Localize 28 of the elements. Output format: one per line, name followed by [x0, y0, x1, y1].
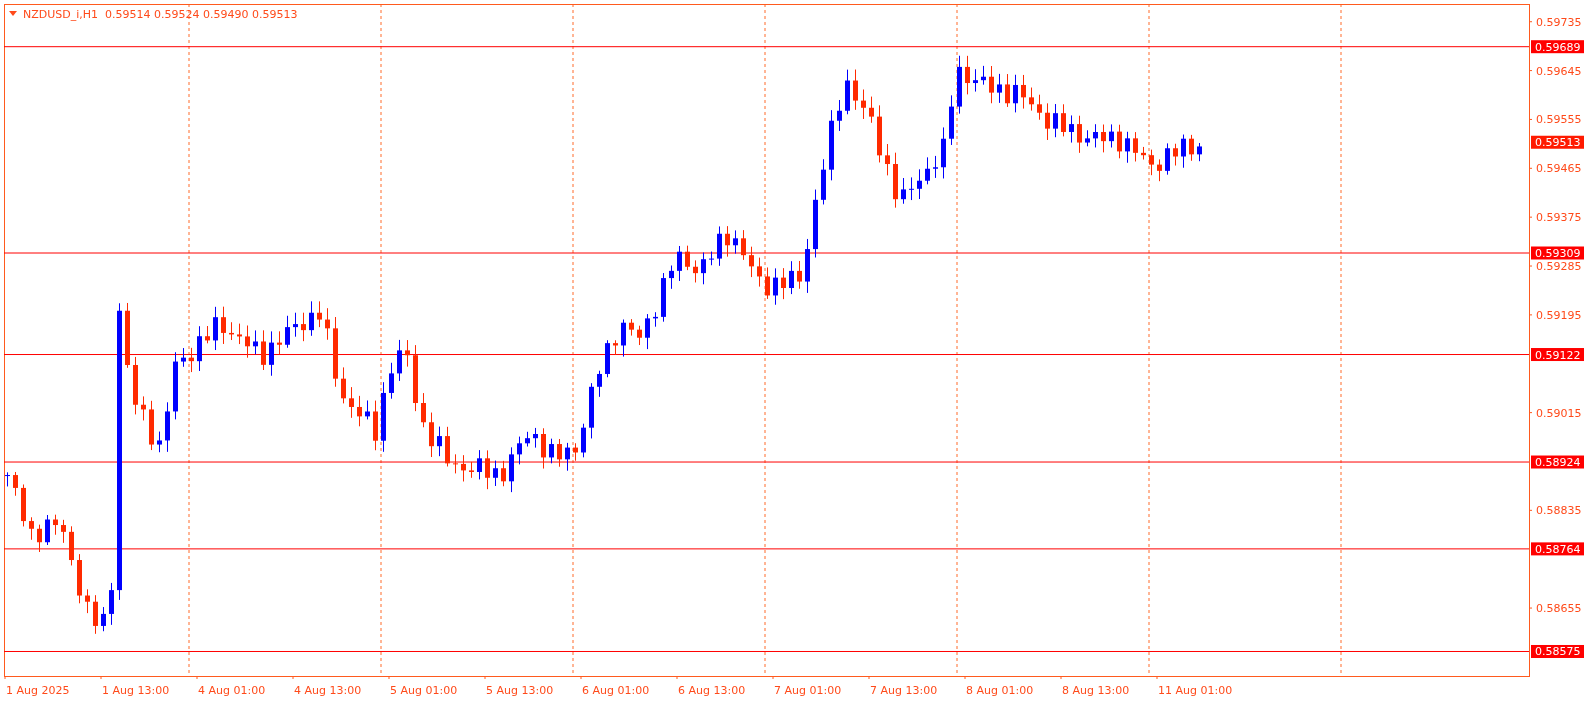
- time-label: 11 Aug 01:00: [1158, 684, 1233, 697]
- time-label: 7 Aug 01:00: [774, 684, 842, 697]
- time-label: 1 Aug 13:00: [102, 684, 170, 697]
- time-label: 4 Aug 01:00: [198, 684, 266, 697]
- price-label: 0.58764: [1531, 542, 1584, 556]
- price-label: 0.59689: [1531, 40, 1584, 54]
- price-tick-label: 0.59015: [1536, 406, 1582, 420]
- time-label: 5 Aug 13:00: [486, 684, 554, 697]
- price-tick-label: 0.59645: [1536, 64, 1582, 78]
- time-label: 8 Aug 13:00: [1062, 684, 1130, 697]
- time-label: 7 Aug 13:00: [870, 684, 938, 697]
- time-label: 5 Aug 01:00: [390, 684, 458, 697]
- time-label: 6 Aug 13:00: [678, 684, 746, 697]
- price-tick-label: 0.58835: [1536, 504, 1582, 518]
- price-label: 0.59122: [1531, 348, 1584, 362]
- time-label: 8 Aug 01:00: [966, 684, 1034, 697]
- price-tick-label: 0.59555: [1536, 113, 1582, 127]
- price-tick-label: 0.59465: [1536, 162, 1582, 176]
- price-tick-label: 0.59285: [1536, 260, 1582, 274]
- time-label: 4 Aug 13:00: [294, 684, 362, 697]
- price-tick-label: 0.58655: [1536, 602, 1582, 616]
- price-tick-label: 0.59375: [1536, 211, 1582, 225]
- time-label: 1 Aug 2025: [6, 684, 70, 697]
- chart-title: NZDUSD_i,H1 0.59514 0.59524 0.59490 0.59513: [23, 8, 298, 21]
- price-tick-label: 0.59735: [1536, 15, 1582, 29]
- price-tick-label: 0.59195: [1536, 308, 1582, 322]
- dropdown-triangle-icon[interactable]: [9, 11, 17, 16]
- time-label: 6 Aug 01:00: [582, 684, 650, 697]
